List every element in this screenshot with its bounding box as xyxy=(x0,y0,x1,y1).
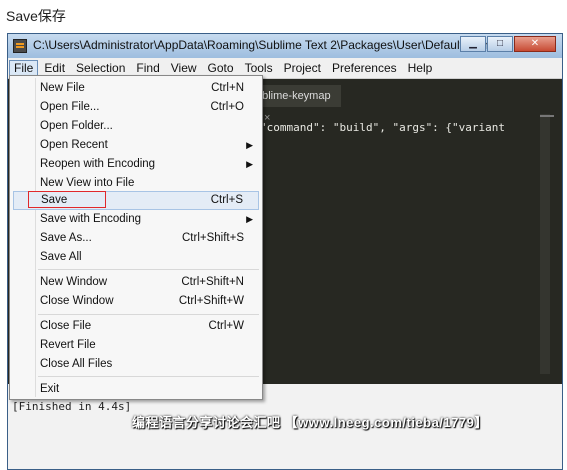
menu-item-new-window[interactable]: New Window Ctrl+Shift+N xyxy=(10,273,262,292)
minimize-button[interactable]: ▁ xyxy=(460,36,486,52)
maximize-button[interactable]: □ xyxy=(487,36,513,52)
menu-item-label: New Window xyxy=(40,276,108,288)
menu-item-save-as[interactable]: Save As... Ctrl+Shift+S xyxy=(10,229,262,248)
watermark-text: 编程语言分享讨论会汇吧 【www.lneeg.com/tieba/1779】 xyxy=(132,415,488,430)
menu-goto[interactable]: Goto xyxy=(203,60,239,76)
menu-tools[interactable]: Tools xyxy=(240,60,278,76)
menu-item-shortcut: Ctrl+Shift+N xyxy=(181,276,244,288)
menu-item-label: Exit xyxy=(40,383,60,395)
menu-item-shortcut: Ctrl+Shift+S xyxy=(182,232,244,244)
menu-item-reopen-with-encoding[interactable]: Reopen with Encoding ▶ xyxy=(10,155,262,174)
build-output: [Finished in 4.4s] xyxy=(12,400,132,413)
close-window-button[interactable]: ✕ xyxy=(514,36,556,52)
menu-edit[interactable]: Edit xyxy=(39,60,70,76)
menu-item-label: Open Folder... xyxy=(40,120,113,132)
menu-item-close-file[interactable]: Close File Ctrl+W xyxy=(10,317,262,336)
title-bar[interactable]: C:\Users\Administrator\AppData\Roaming\S… xyxy=(8,34,562,58)
window-title: C:\Users\Administrator\AppData\Roaming\S… xyxy=(33,38,501,52)
menu-item-label: Save As... xyxy=(40,232,92,244)
menu-item-label: Open Recent xyxy=(40,139,108,151)
menu-preferences[interactable]: Preferences xyxy=(327,60,402,76)
submenu-arrow-icon: ▶ xyxy=(246,140,253,150)
menu-item-label: Save All xyxy=(40,251,82,263)
save-highlight-box xyxy=(28,191,106,208)
menu-separator xyxy=(38,314,259,315)
submenu-arrow-icon: ▶ xyxy=(246,159,253,169)
code-line: "command": "build", "args": {"variant xyxy=(260,121,506,134)
menu-item-label: Close All Files xyxy=(40,358,113,370)
menu-item-shortcut: Ctrl+W xyxy=(208,320,244,332)
window-controls: ▁ □ ✕ xyxy=(459,36,556,52)
menu-project[interactable]: Project xyxy=(279,60,326,76)
menu-item-label: Open File... xyxy=(40,101,100,113)
file-menu-dropdown: New File Ctrl+N Open File... Ctrl+O Open… xyxy=(9,75,263,400)
menu-item-close-all-files[interactable]: Close All Files xyxy=(10,355,262,374)
menu-item-label: Close Window xyxy=(40,295,114,307)
menu-item-open-recent[interactable]: Open Recent ▶ xyxy=(10,136,262,155)
minimize-icon: ▁ xyxy=(469,38,477,49)
close-icon: ✕ xyxy=(530,38,540,49)
menu-item-open-folder[interactable]: Open Folder... xyxy=(10,117,262,136)
menu-selection[interactable]: Selection xyxy=(71,60,130,76)
menu-item-label: Save with Encoding xyxy=(40,213,142,225)
menu-separator xyxy=(38,269,259,270)
menu-item-save-with-encoding[interactable]: Save with Encoding ▶ xyxy=(10,210,262,229)
menu-item-shortcut: Ctrl+O xyxy=(210,101,244,113)
menu-item-close-window[interactable]: Close Window Ctrl+Shift+W xyxy=(10,292,262,311)
menu-separator xyxy=(38,376,259,377)
maximize-icon: □ xyxy=(496,38,504,49)
menu-item-exit[interactable]: Exit xyxy=(10,380,262,399)
sublime-app-icon xyxy=(13,39,27,53)
menu-item-revert-file[interactable]: Revert File xyxy=(10,336,262,355)
menu-find[interactable]: Find xyxy=(131,60,164,76)
minimap[interactable] xyxy=(540,114,550,374)
menu-item-label: Reopen with Encoding xyxy=(40,158,156,170)
menu-item-label: Close File xyxy=(40,320,92,332)
menu-item-label: New File xyxy=(40,82,85,94)
menu-item-shortcut: Ctrl+Shift+W xyxy=(178,295,244,307)
menu-file[interactable]: File xyxy=(9,60,39,76)
minimap-code-line xyxy=(540,115,554,117)
menu-item-shortcut: Ctrl+N xyxy=(211,82,244,94)
menu-item-save-all[interactable]: Save All xyxy=(10,248,262,267)
tab-label: ublime-keymap xyxy=(256,90,331,102)
menu-item-open-file[interactable]: Open File... Ctrl+O xyxy=(10,98,262,117)
menu-item-shortcut: Ctrl+S xyxy=(210,194,243,206)
menu-help[interactable]: Help xyxy=(403,60,438,76)
menu-item-label: Revert File xyxy=(40,339,96,351)
page-caption: Save保存 xyxy=(6,8,66,24)
menu-item-new-file[interactable]: New File Ctrl+N xyxy=(10,79,262,98)
submenu-arrow-icon: ▶ xyxy=(246,214,253,224)
menu-view[interactable]: View xyxy=(166,60,202,76)
